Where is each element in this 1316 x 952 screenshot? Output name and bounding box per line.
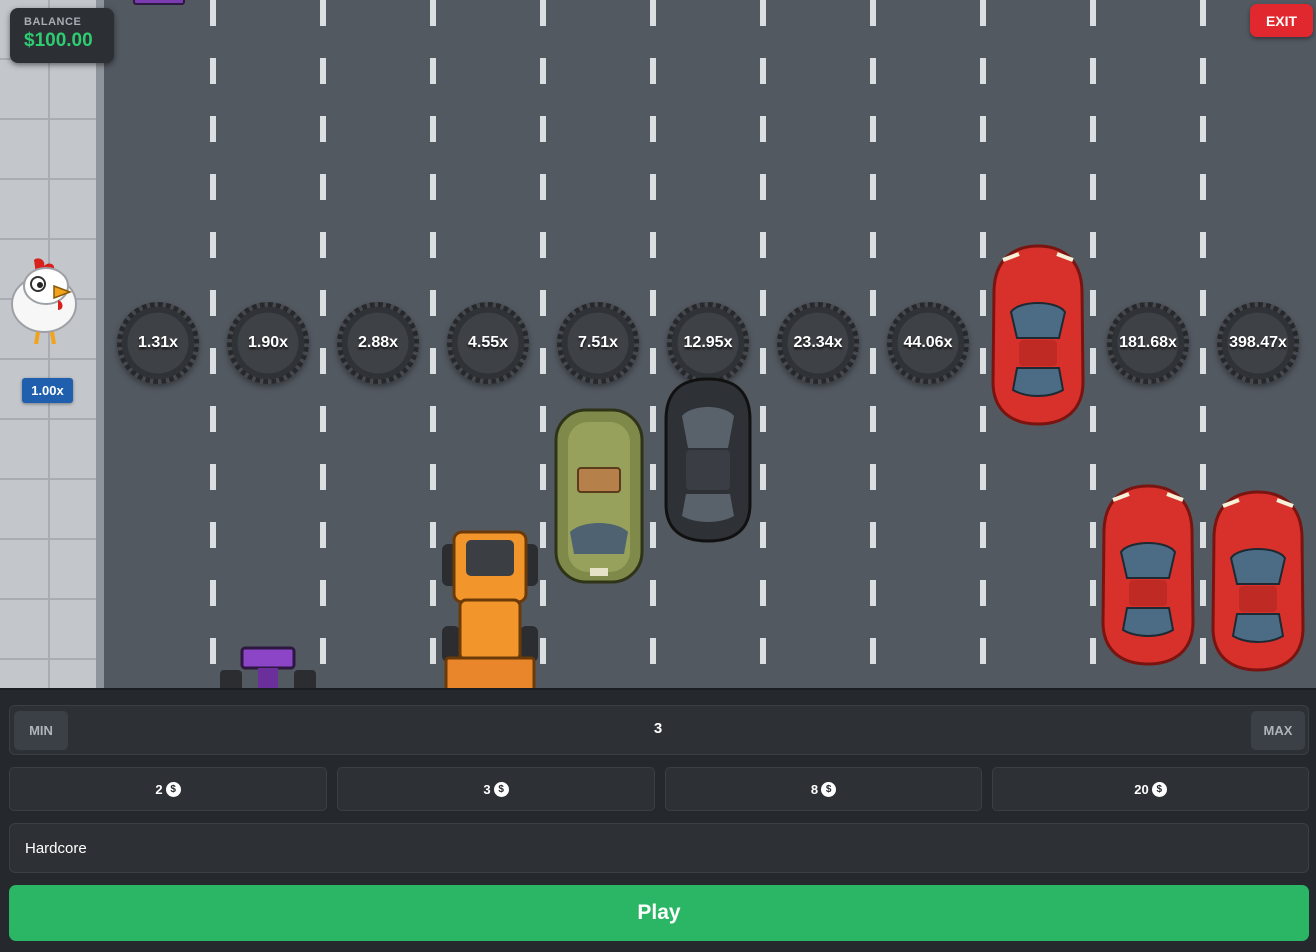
multiplier-label: 398.47x	[1229, 334, 1287, 351]
chip-amount: 3	[483, 781, 491, 797]
chicken-icon	[11, 258, 77, 345]
balance-card: BALANCE $100.00	[10, 8, 114, 63]
current-multiplier-badge: 1.00x	[22, 378, 73, 403]
curb	[96, 0, 104, 688]
difficulty-select[interactable]: Hardcore	[9, 823, 1309, 873]
quick-bet-2-button[interactable]: 2 $	[9, 767, 327, 811]
quick-bet-20-button[interactable]: 20 $	[992, 767, 1309, 811]
lane-multiplier-7[interactable]: 23.34x	[777, 302, 859, 384]
bet-amount-value: 3	[653, 720, 663, 737]
lane-multiplier-1[interactable]: 1.31x	[117, 302, 199, 384]
lane-divider	[1090, 0, 1096, 688]
lane-divider	[760, 0, 766, 688]
multiplier-label: 12.95x	[683, 334, 733, 351]
multiplier-label: 44.06x	[903, 334, 953, 351]
multiplier-label: 1.90x	[247, 334, 289, 351]
lane-divider	[430, 0, 436, 688]
game-board: 1.31x 1.90x 2.88x 4.55x 7.51x 12.95x 23.…	[0, 0, 1316, 688]
balance-value: $100.00	[24, 30, 93, 51]
lane-multiplier-4[interactable]: 4.55x	[447, 302, 529, 384]
dollar-coin-icon: $	[165, 781, 181, 797]
van-icon	[554, 408, 644, 584]
lane-divider	[210, 0, 216, 688]
lane-divider	[980, 0, 986, 688]
lane-divider	[540, 0, 546, 688]
bet-max-button[interactable]: MAX	[1251, 711, 1305, 750]
red-sports-car-icon	[1211, 490, 1305, 672]
red-sports-car-icon	[1101, 484, 1195, 666]
balance-label: BALANCE	[24, 16, 82, 28]
lane-divider	[650, 0, 656, 688]
lane-multiplier-11[interactable]: 398.47x	[1217, 302, 1299, 384]
lane-multiplier-10[interactable]: 181.68x	[1107, 302, 1189, 384]
quick-bet-3-button[interactable]: 3 $	[337, 767, 655, 811]
chip-amount: 8	[810, 781, 819, 797]
chip-amount: 20	[1134, 781, 1149, 797]
lane-multiplier-8[interactable]: 44.06x	[887, 302, 969, 384]
lane-divider	[320, 0, 326, 688]
multiplier-label: 181.68x	[1119, 334, 1177, 351]
lane-multiplier-3[interactable]: 2.88x	[337, 302, 419, 384]
lane-divider	[1200, 0, 1206, 688]
multiplier-label: 2.88x	[357, 334, 399, 351]
go-kart-icon	[220, 646, 316, 688]
lane-multiplier-6[interactable]: 12.95x	[667, 302, 749, 384]
dollar-coin-icon: $	[821, 781, 837, 797]
play-button[interactable]: Play	[9, 885, 1309, 941]
multiplier-label: 7.51x	[577, 334, 619, 351]
go-kart-icon	[133, 0, 185, 5]
multiplier-label: 23.34x	[793, 334, 843, 351]
red-sports-car-icon	[991, 244, 1085, 426]
lane-multiplier-2[interactable]: 1.90x	[227, 302, 309, 384]
black-sports-car-icon	[664, 377, 752, 543]
lane-divider	[870, 0, 876, 688]
tractor-icon	[442, 530, 538, 688]
dollar-coin-icon: $	[1151, 781, 1167, 797]
dollar-coin-icon: $	[493, 781, 509, 797]
exit-button[interactable]: EXIT	[1250, 4, 1313, 37]
chip-amount: 2	[155, 781, 163, 797]
multiplier-label: 1.31x	[137, 334, 179, 351]
quick-bet-8-button[interactable]: 8 $	[665, 767, 982, 811]
multiplier-label: 4.55x	[467, 334, 509, 351]
lane-multiplier-5[interactable]: 7.51x	[557, 302, 639, 384]
